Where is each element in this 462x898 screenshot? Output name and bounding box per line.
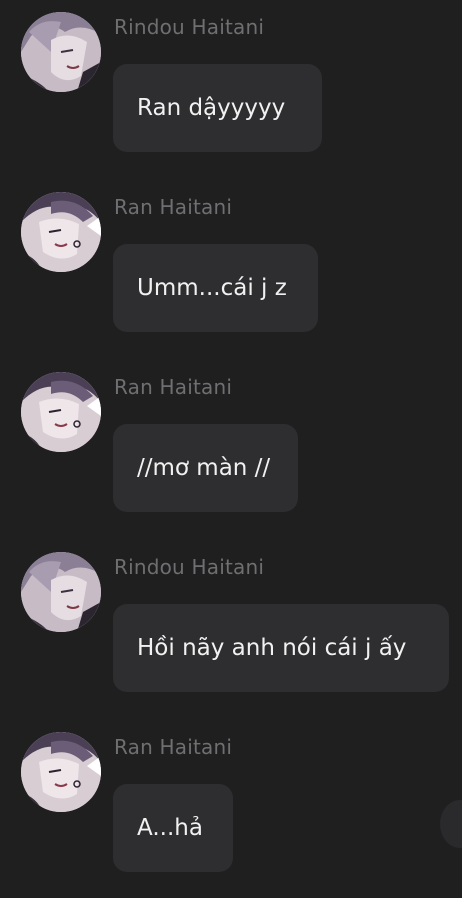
chat-message: Rindou Haitani Hồi nãy anh nói cái j ấy [0,552,462,712]
ran-avatar[interactable] [21,732,101,812]
sender-name: Ran Haitani [114,195,233,219]
message-bubble[interactable]: //mơ màn // [113,424,298,512]
message-bubble[interactable]: A...hả [113,784,233,872]
message-bubble[interactable]: Hồi nãy anh nói cái j ấy [113,604,449,692]
ran-avatar[interactable] [21,372,101,452]
sender-name: Rindou Haitani [114,555,265,579]
chat-message: Ran Haitani //mơ màn // [0,372,462,532]
sender-name: Ran Haitani [114,375,233,399]
chat-message: Ran Haitani A...hả [0,732,462,892]
chat-message: Ran Haitani Umm...cái j z [0,192,462,352]
chat-message: Rindou Haitani Ran dậyyyyy [0,12,462,172]
rindou-avatar[interactable] [21,12,101,92]
sender-name: Ran Haitani [114,735,233,759]
message-bubble[interactable]: Umm...cái j z [113,244,318,332]
sender-name: Rindou Haitani [114,15,265,39]
ran-avatar[interactable] [21,192,101,272]
rindou-avatar[interactable] [21,552,101,632]
message-bubble[interactable]: Ran dậyyyyy [113,64,322,152]
